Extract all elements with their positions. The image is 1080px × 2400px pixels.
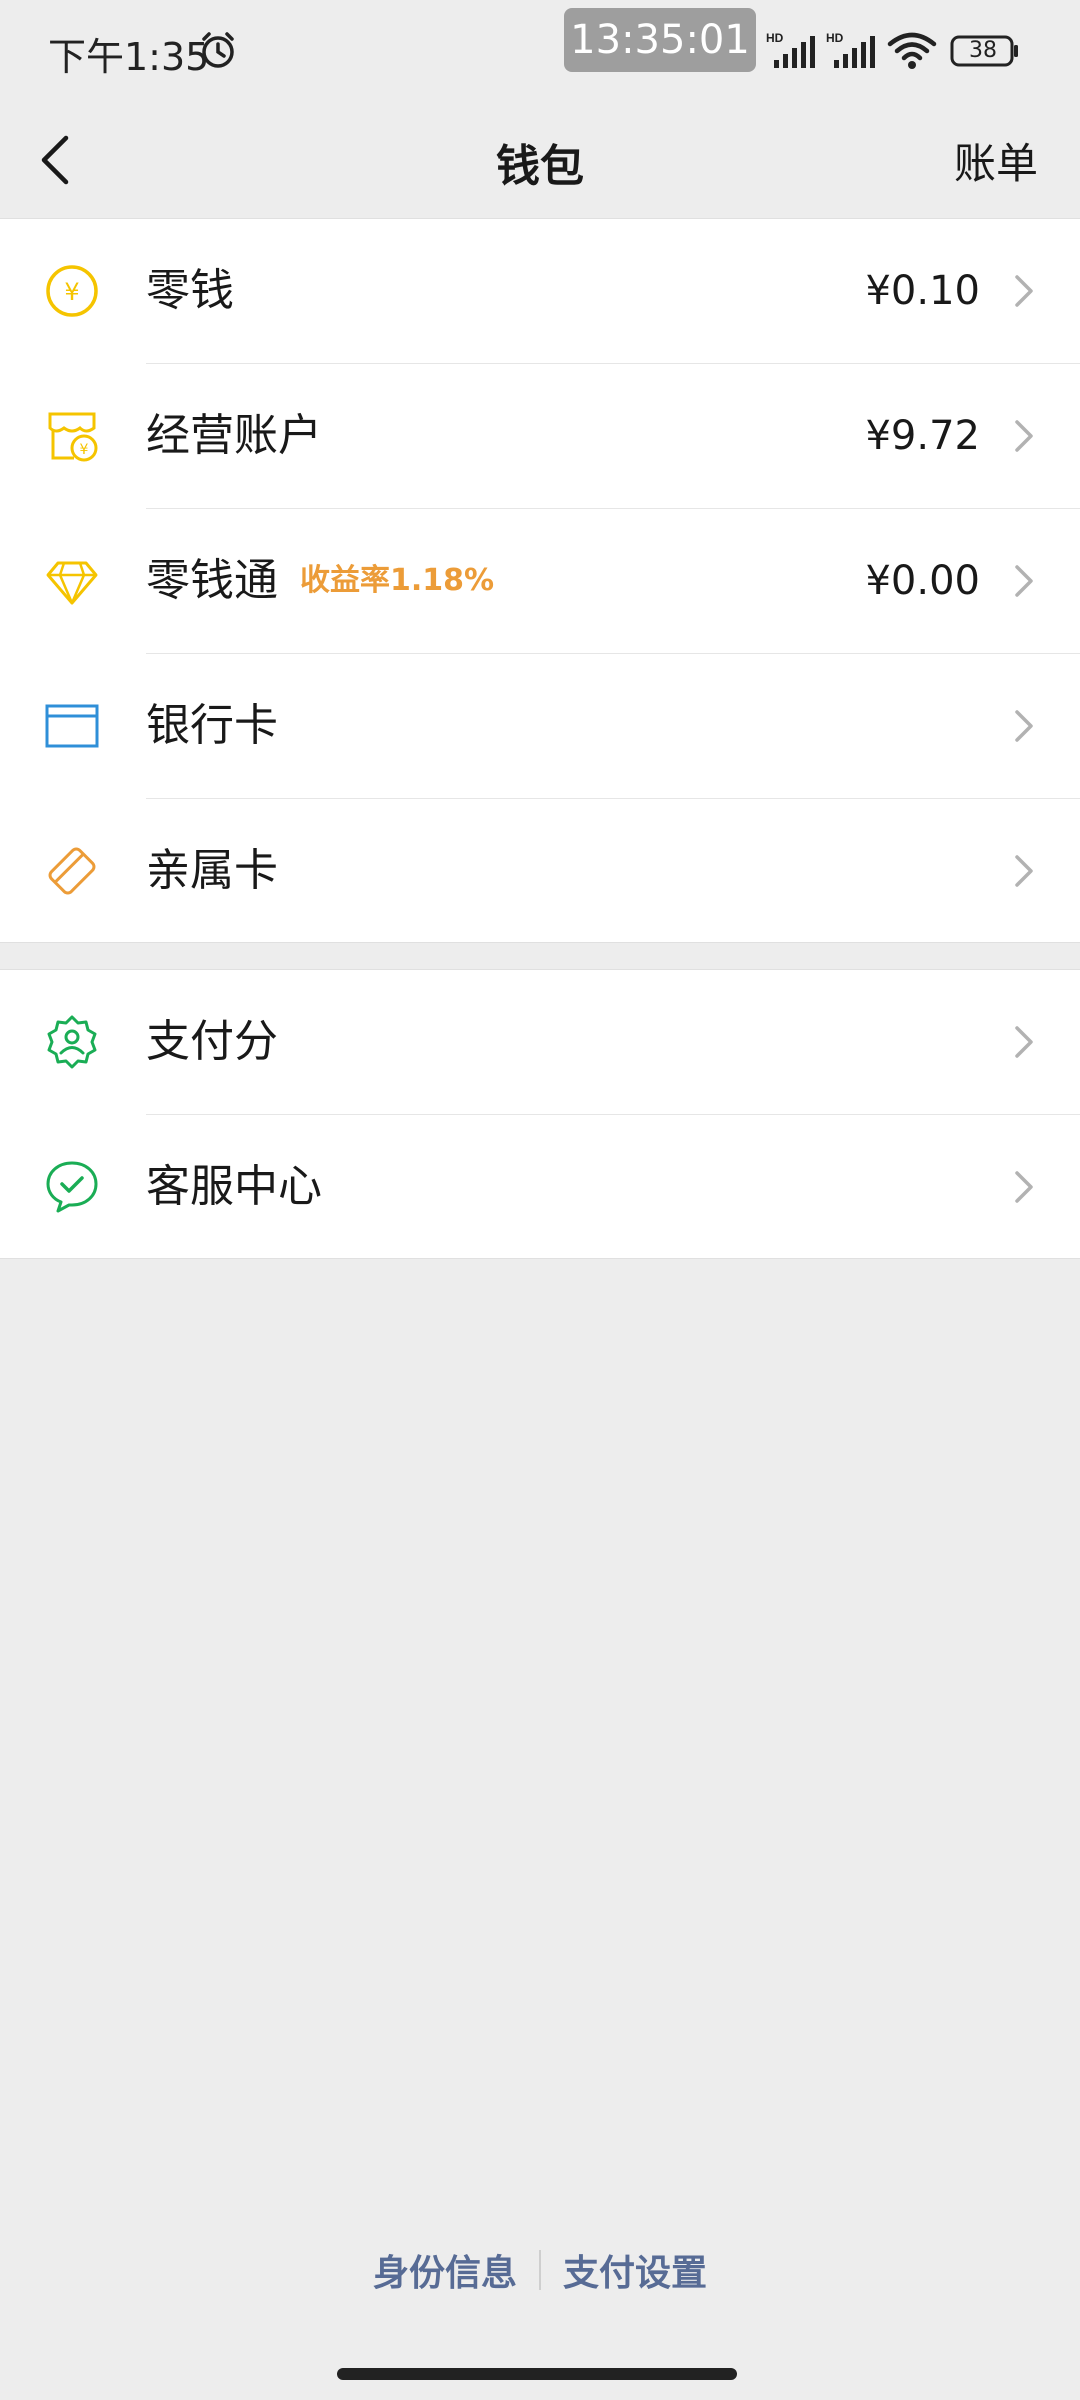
diamond-icon: [46, 561, 98, 605]
chevron-right-icon: [1015, 1171, 1033, 1203]
item-label: 亲属卡: [146, 845, 278, 896]
svg-text:¥: ¥: [80, 442, 89, 458]
item-label: 银行卡: [146, 700, 278, 751]
list-item-business-account[interactable]: ¥ 经营账户 ¥9.72: [0, 364, 1080, 509]
item-label: 零钱通: [146, 555, 278, 606]
home-indicator[interactable]: [337, 2368, 737, 2380]
list-item-family-card[interactable]: 亲属卡: [0, 799, 1080, 944]
footer-links: 身份信息 支付设置: [0, 2240, 1080, 2300]
item-label: 经营账户: [146, 410, 322, 461]
list-item-lingqiantong[interactable]: 零钱通 收益率1.18% ¥0.00: [0, 509, 1080, 654]
list-item-bank-card[interactable]: 银行卡: [0, 654, 1080, 799]
item-label: 支付分: [146, 1016, 278, 1067]
chevron-right-icon: [1015, 855, 1033, 887]
pay-settings-link[interactable]: 支付设置: [541, 2244, 729, 2296]
identity-info-link[interactable]: 身份信息: [351, 2244, 539, 2296]
status-bar: 下午1:35 13:35:01 HD HD 38: [0, 0, 1080, 100]
wallet-list: ¥ 零钱 ¥0.10 ¥ 经营账户 ¥9.72 零钱通 收益率1.18% ¥0.…: [0, 218, 1080, 943]
customer-service-icon: [46, 1161, 98, 1213]
chevron-right-icon: [1015, 710, 1033, 742]
list-item-pay-score[interactable]: 支付分: [0, 970, 1080, 1115]
yuan-coin-icon: ¥: [46, 265, 98, 317]
bank-card-icon: [45, 704, 99, 748]
svg-text:HD: HD: [766, 31, 784, 45]
cell-signal-1-icon: HD: [766, 31, 815, 68]
item-value: ¥9.72: [865, 413, 980, 459]
svg-text:HD: HD: [826, 31, 844, 45]
yield-rate-badge: 收益率1.18%: [300, 563, 495, 598]
cell-signal-2-icon: HD: [826, 31, 875, 68]
list-item-change[interactable]: ¥ 零钱 ¥0.10: [0, 219, 1080, 364]
svg-text:¥: ¥: [64, 278, 79, 306]
list-item-customer-service[interactable]: 客服中心: [0, 1115, 1080, 1260]
item-label: 客服中心: [146, 1161, 322, 1212]
bill-button[interactable]: 账单: [954, 130, 1038, 191]
chevron-right-icon: [1015, 420, 1033, 452]
status-time: 下午1:35: [48, 35, 210, 79]
alarm-icon: [202, 32, 234, 68]
service-list: 支付分 客服中心: [0, 969, 1080, 1259]
nav-bar: 钱包 账单: [0, 100, 1080, 218]
chevron-right-icon: [1015, 565, 1033, 597]
item-label: 零钱: [146, 265, 234, 316]
item-value: ¥0.10: [865, 268, 980, 314]
battery-level: 38: [969, 38, 997, 63]
shop-account-icon: ¥: [48, 412, 98, 462]
chevron-right-icon: [1015, 1026, 1033, 1058]
item-value: ¥0.00: [865, 558, 980, 604]
wifi-icon: [887, 32, 937, 69]
family-card-icon: [48, 847, 96, 895]
page-title: 钱包: [496, 141, 584, 192]
clock-overlay: 13:35:01: [564, 8, 756, 72]
chevron-right-icon: [1015, 275, 1033, 307]
pay-score-icon: [47, 1015, 97, 1069]
